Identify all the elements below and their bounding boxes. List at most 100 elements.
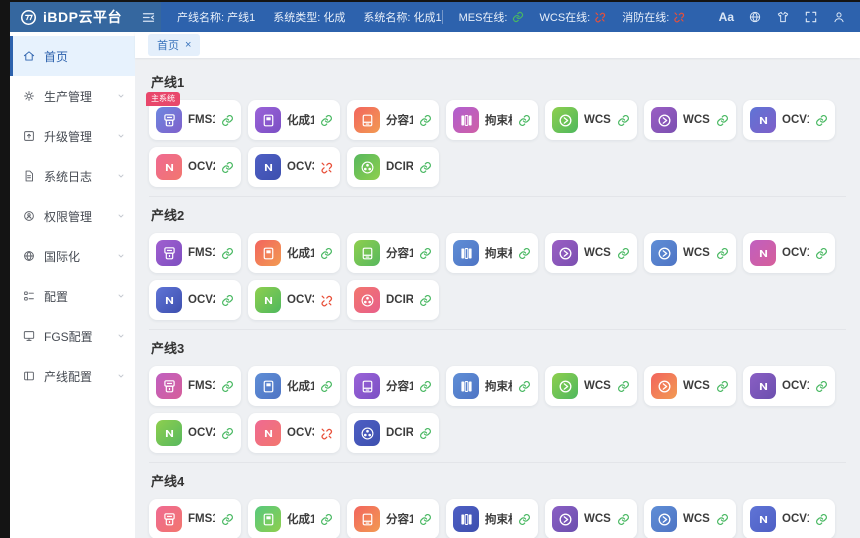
theme-icon[interactable] xyxy=(776,10,790,24)
link-icon[interactable] xyxy=(617,380,630,393)
system-card[interactable]: OCV1 xyxy=(743,499,835,538)
link-icon[interactable] xyxy=(815,247,828,260)
link-icon[interactable] xyxy=(617,513,630,526)
link-icon[interactable] xyxy=(419,247,432,260)
link-icon[interactable] xyxy=(221,247,234,260)
system-card[interactable]: 拘束机 xyxy=(446,100,538,140)
font-size-icon[interactable]: Aa xyxy=(719,10,734,24)
card-label: WCS1 xyxy=(584,247,611,259)
system-card[interactable]: OCV1 xyxy=(743,100,835,140)
link-icon[interactable] xyxy=(617,247,630,260)
system-card[interactable]: 化成1 xyxy=(248,100,340,140)
link-icon[interactable] xyxy=(419,294,432,307)
card-label: OCV3 xyxy=(287,427,314,439)
link-icon[interactable] xyxy=(221,161,234,174)
link-icon[interactable] xyxy=(419,513,432,526)
link-icon[interactable] xyxy=(716,114,729,127)
sidebar-collapse-icon[interactable] xyxy=(135,2,161,32)
sidebar-item-production[interactable]: 生产管理 xyxy=(10,76,135,116)
app-window: iBDP云平台 产线名称: 产线1系统类型: 化成系统名称: 化成1 MES在线… xyxy=(10,2,860,538)
link-icon[interactable] xyxy=(221,380,234,393)
header-tools: Aa xyxy=(719,10,860,24)
link-icon[interactable] xyxy=(419,427,432,440)
system-card[interactable]: WCS1 xyxy=(545,233,637,273)
system-card[interactable]: 化成1 xyxy=(248,233,340,273)
link-icon[interactable] xyxy=(617,114,630,127)
system-card[interactable]: OCV1 xyxy=(743,366,835,406)
link-icon[interactable] xyxy=(320,247,333,260)
system-card[interactable]: WCS2 xyxy=(644,100,736,140)
system-card[interactable]: WCS1 xyxy=(545,100,637,140)
system-card[interactable]: 分容1 xyxy=(347,366,439,406)
link-icon[interactable] xyxy=(419,161,432,174)
system-card[interactable]: 分容1 xyxy=(347,100,439,140)
card-grid: FMS1化成1分容1拘束机WCS1WCS2OCV1OCV2OCV3DCIR1 xyxy=(149,499,846,538)
link-icon[interactable] xyxy=(221,294,234,307)
system-card[interactable]: WCS1 xyxy=(545,499,637,538)
system-card[interactable]: DCIR1 xyxy=(347,147,439,187)
link-icon[interactable] xyxy=(320,380,333,393)
link-icon[interactable] xyxy=(518,247,531,260)
link-icon[interactable] xyxy=(815,380,828,393)
link-icon[interactable] xyxy=(518,114,531,127)
link-icon[interactable] xyxy=(518,513,531,526)
globe-icon[interactable] xyxy=(748,10,762,24)
sidebar-item-config[interactable]: 配置 xyxy=(10,276,135,316)
system-card[interactable]: WCS1 xyxy=(545,366,637,406)
link-icon[interactable] xyxy=(419,114,432,127)
sidebar-item-log[interactable]: 系统日志 xyxy=(10,156,135,196)
link-icon[interactable] xyxy=(815,114,828,127)
link-icon[interactable] xyxy=(419,380,432,393)
link-icon[interactable] xyxy=(716,513,729,526)
link-icon[interactable] xyxy=(221,114,234,127)
user-icon[interactable] xyxy=(832,10,846,24)
link-broken-icon[interactable] xyxy=(320,294,333,307)
link-icon[interactable] xyxy=(815,513,828,526)
system-card[interactable]: OCV1 xyxy=(743,233,835,273)
card-label: 分容1 xyxy=(386,245,413,261)
system-card[interactable]: 拘束机 xyxy=(446,499,538,538)
system-card[interactable]: OCV3 xyxy=(248,147,340,187)
sidebar-item-permission[interactable]: 权限管理 xyxy=(10,196,135,236)
system-card[interactable]: DCIR1 xyxy=(347,280,439,320)
link-broken-icon[interactable] xyxy=(320,161,333,174)
ocv-icon xyxy=(156,287,182,313)
system-card[interactable]: 分容1 xyxy=(347,233,439,273)
system-card[interactable]: 拘束机 xyxy=(446,366,538,406)
system-card[interactable]: OCV3 xyxy=(248,280,340,320)
sidebar-item-home[interactable]: 首页 xyxy=(10,36,135,76)
link-broken-icon[interactable] xyxy=(320,427,333,440)
system-card[interactable]: WCS2 xyxy=(644,233,736,273)
system-card[interactable]: 化成1 xyxy=(248,366,340,406)
link-icon[interactable] xyxy=(320,114,333,127)
system-card[interactable]: OCV3 xyxy=(248,413,340,453)
system-card[interactable]: OCV2 xyxy=(149,280,241,320)
link-icon[interactable] xyxy=(221,427,234,440)
link-icon[interactable] xyxy=(221,513,234,526)
system-card[interactable]: WCS2 xyxy=(644,366,736,406)
sidebar-item-globe[interactable]: 国际化 xyxy=(10,236,135,276)
system-card[interactable]: 主系统FMS1 xyxy=(149,100,241,140)
link-icon[interactable] xyxy=(716,380,729,393)
system-card[interactable]: OCV2 xyxy=(149,413,241,453)
system-card[interactable]: FMS1 xyxy=(149,233,241,273)
system-card[interactable]: WCS2 xyxy=(644,499,736,538)
system-card[interactable]: 分容1 xyxy=(347,499,439,538)
system-card[interactable]: DCIR1 xyxy=(347,413,439,453)
system-card[interactable]: 拘束机 xyxy=(446,233,538,273)
link-icon[interactable] xyxy=(320,513,333,526)
sidebar-item-linecfg[interactable]: 产线配置 xyxy=(10,356,135,396)
system-card[interactable]: FMS1 xyxy=(149,499,241,538)
sidebar-item-fgs[interactable]: FGS配置 xyxy=(10,316,135,356)
tab-home[interactable]: 首页× xyxy=(148,34,200,56)
system-card[interactable]: 化成1 xyxy=(248,499,340,538)
sidebar-item-upgrade[interactable]: 升级管理 xyxy=(10,116,135,156)
link-icon[interactable] xyxy=(518,380,531,393)
fullscreen-icon[interactable] xyxy=(804,10,818,24)
link-icon[interactable] xyxy=(716,247,729,260)
section-title: 产线1 xyxy=(151,72,846,91)
system-card[interactable]: FMS1 xyxy=(149,366,241,406)
system-card[interactable]: OCV2 xyxy=(149,147,241,187)
chevron-down-icon xyxy=(115,90,127,102)
tab-close-icon[interactable]: × xyxy=(185,40,191,51)
